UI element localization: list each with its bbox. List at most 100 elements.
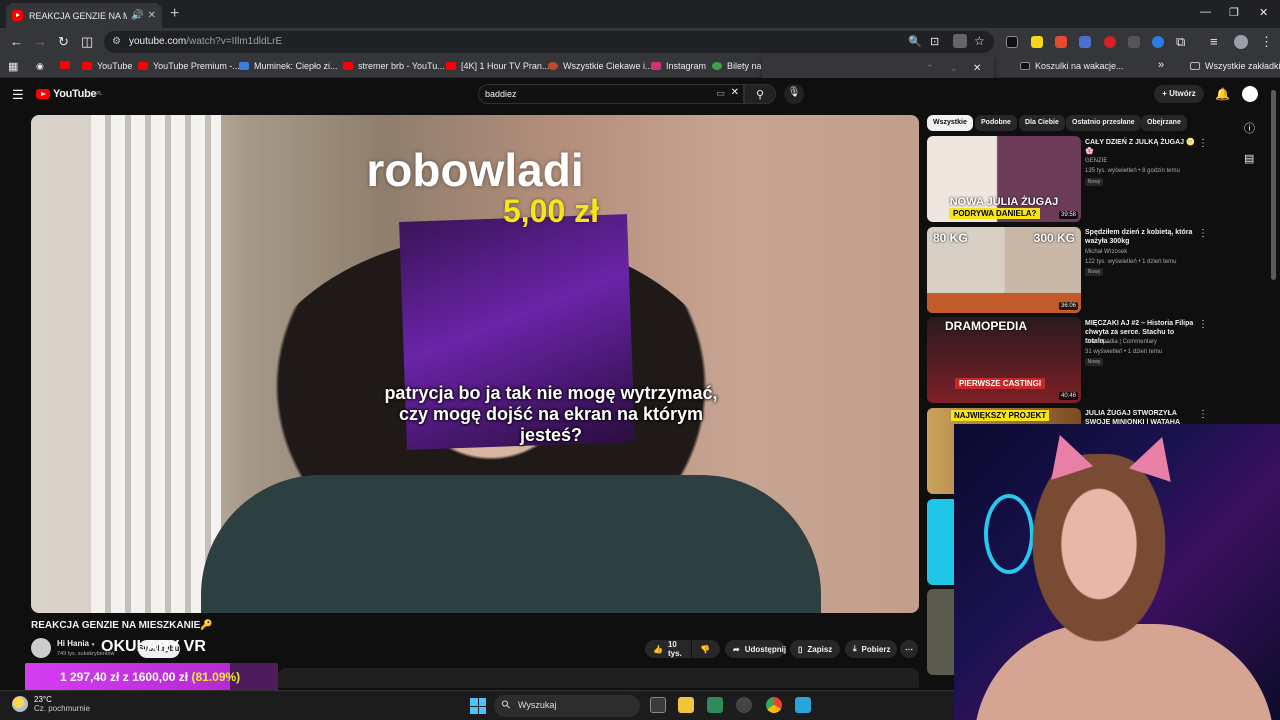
bookmark-item[interactable]: [4K] 1 Hour TV Pran... (446, 61, 549, 71)
chip-recent[interactable]: Ostatnio przesłane (1066, 115, 1141, 131)
minimize-button[interactable]: — (1200, 6, 1211, 18)
account-avatar[interactable] (1242, 86, 1258, 102)
back-arrow-icon[interactable]: ← (10, 34, 23, 49)
extension-icon-7[interactable] (1152, 36, 1164, 48)
bookmark-item[interactable]: stremer brb - YouTu... (343, 61, 445, 71)
weather-widget[interactable]: 23°C Cz. pochmurnie (12, 695, 90, 713)
chip-related[interactable]: Podobne (975, 115, 1017, 131)
app-icon[interactable] (736, 697, 752, 713)
apps-grid-icon[interactable]: ▦ (8, 60, 18, 73)
window-close-button[interactable]: ✕ (1259, 6, 1268, 19)
recommendation-menu-icon[interactable]: ⋮ (1198, 228, 1208, 239)
bookmark-item[interactable]: Instagram (651, 61, 706, 71)
video-player[interactable]: robowladi 5,00 zł patrycja bo ja tak nie… (31, 115, 919, 613)
recommendation-thumbnail[interactable]: DRAMOPEDIA PIERWSZE CASTINGI 40:46 (927, 317, 1081, 403)
chip-for-you[interactable]: Dla Ciebie (1019, 115, 1065, 131)
find-prev-icon[interactable]: ⌃ (926, 63, 934, 74)
description-box[interactable] (278, 668, 919, 688)
bookmarks-overflow-icon[interactable]: » (1158, 59, 1164, 71)
keyboard-icon[interactable]: ▭ (716, 88, 725, 99)
channel-avatar[interactable] (31, 638, 51, 658)
search-input[interactable]: baddiez ▭ ✕ (478, 84, 744, 104)
thumb-caption: NAJWIĘKSZY PROJEKT (951, 410, 1050, 421)
donation-message: patrycja bo ja tak nie mogę wytrzymać, c… (384, 383, 718, 445)
start-windows-icon[interactable] (470, 698, 486, 714)
bookmark-item[interactable]: Koszulki na wakacje... (1020, 61, 1124, 71)
extensions-puzzle-icon[interactable]: ⧉ (1176, 34, 1185, 50)
save-button[interactable]: ▯ Zapisz (790, 640, 840, 658)
taskbar-search[interactable]: Wyszukaj (494, 695, 640, 717)
bookmark-item[interactable]: Wszystkie Ciekawe i... (548, 61, 653, 71)
maximize-button[interactable]: ❐ (1229, 6, 1239, 19)
recommendation-menu-icon[interactable]: ⋮ (1198, 319, 1208, 330)
install-app-icon[interactable]: ⊡ (930, 35, 939, 48)
bookmark-item[interactable]: YouTube (82, 61, 132, 71)
find-next-icon[interactable]: ⌄ (950, 63, 958, 74)
tab-title: REAKCJA GENZIE NA MIESZ (29, 10, 128, 21)
info-icon[interactable]: ⓘ (1244, 120, 1255, 136)
all-bookmarks-item[interactable]: Wszystkie zakładki (1190, 61, 1280, 71)
new-tab-button[interactable]: + (170, 5, 179, 23)
site-info-icon[interactable]: ⚙ (112, 36, 121, 47)
microphone-icon: 🎙 (787, 87, 801, 98)
audio-playing-icon[interactable]: 🔊 (131, 10, 143, 21)
share-button[interactable]: ➦ Udostępnij (725, 640, 786, 658)
browser-toolbar: ← → ↻ ◫ ⚙ youtube.com/watch?v=IIlm1dldLr… (0, 28, 1280, 56)
chip-watched[interactable]: Obejrzane (1141, 115, 1187, 131)
recommendation-title[interactable]: CAŁY DZIEŃ Z JULKĄ ŻUGAJ 🌝🌸 (1085, 138, 1197, 156)
recommendation-menu-icon[interactable]: ⋮ (1198, 138, 1208, 149)
tab-close-icon[interactable]: ✕ (148, 10, 156, 21)
recommendation-channel[interactable]: Dramopedia | Commentary (1085, 338, 1157, 347)
find-close-icon[interactable]: ✕ (973, 63, 981, 74)
media-control-icon[interactable]: ≡ (1210, 34, 1218, 49)
search-button[interactable]: ⚲ (744, 84, 776, 104)
extension-icon-4[interactable] (1079, 36, 1091, 48)
address-bar[interactable]: ⚙ youtube.com/watch?v=IIlm1dldLrE 🔍 ⊡ ☆ (104, 31, 994, 53)
notepad-icon[interactable] (795, 697, 811, 713)
bookmark-item[interactable]: Bilety na I (712, 61, 767, 71)
recommendation-title[interactable]: Spędziłem dzień z kobietą, która ważyła … (1085, 228, 1197, 246)
extension-icon-5[interactable] (1104, 36, 1116, 48)
extension-icon-2[interactable] (1031, 36, 1043, 48)
recommendation-menu-icon[interactable]: ⋮ (1198, 409, 1208, 420)
zoom-icon[interactable]: 🔍 (908, 35, 922, 48)
recommendation-thumbnail[interactable]: NOWA JULIA ŻUGAJ PODRYWA DANIELA? 39:58 (927, 136, 1081, 222)
profile-avatar[interactable] (1234, 35, 1248, 49)
create-button[interactable]: + Utwórz (1154, 85, 1204, 103)
store-icon[interactable] (707, 697, 723, 713)
reload-icon[interactable]: ↻ (58, 34, 69, 50)
clear-search-icon[interactable]: ✕ (731, 87, 739, 98)
bookmark-star-icon[interactable]: ☆ (974, 34, 985, 48)
recommendation-thumbnail[interactable]: 80 KG 300 KG 36:06 (927, 227, 1081, 313)
chrome-menu-icon[interactable]: ⋮ (1260, 34, 1273, 50)
bookmark-item[interactable]: Muminek: Ciepło zi... (239, 61, 338, 71)
task-view-icon[interactable] (650, 697, 666, 713)
youtube-logo[interactable]: YouTube PL (36, 88, 102, 100)
file-explorer-icon[interactable] (678, 697, 694, 713)
voice-search-button[interactable]: 🎙 (784, 84, 804, 104)
chrome-icon[interactable] (766, 697, 782, 713)
reading-mode-icon[interactable] (953, 34, 967, 48)
extension-icon-3[interactable] (1055, 36, 1067, 48)
recommendation-channel[interactable]: GENZIE (1085, 157, 1107, 166)
chat-icon[interactable]: ▤ (1244, 152, 1254, 165)
page-scrollbar[interactable] (1271, 90, 1276, 280)
bookmark-icon-only[interactable]: ◉ (36, 61, 44, 72)
hamburger-menu-icon[interactable]: ☰ (12, 87, 24, 103)
side-panel-icon[interactable]: ◫ (81, 34, 93, 50)
bookmark-icon-only-2[interactable] (60, 61, 75, 69)
bookmark-item[interactable]: YouTube Premium -... (138, 61, 240, 71)
chip-all[interactable]: Wszystkie (927, 115, 973, 131)
tab-active[interactable]: REAKCJA GENZIE NA MIESZ 🔊 ✕ (6, 3, 162, 28)
forward-arrow-icon[interactable]: → (34, 34, 47, 49)
download-button[interactable]: ⤓ Pobierz (845, 640, 897, 658)
thumb-caption: PIERWSZE CASTINGI (955, 378, 1046, 389)
extension-icon-1[interactable] (1006, 36, 1018, 48)
notifications-bell-icon[interactable]: 🔔 (1215, 87, 1230, 101)
extension-icon-6[interactable] (1128, 36, 1140, 48)
channel-name[interactable]: Hi Hania ● (57, 639, 95, 648)
recommendation-channel[interactable]: Michał Wrzosek (1085, 248, 1127, 257)
more-actions-button[interactable]: ⋯ (900, 640, 918, 658)
like-button[interactable]: 👍 10 tys. (645, 640, 691, 658)
dislike-button[interactable]: 👎 (692, 640, 720, 658)
